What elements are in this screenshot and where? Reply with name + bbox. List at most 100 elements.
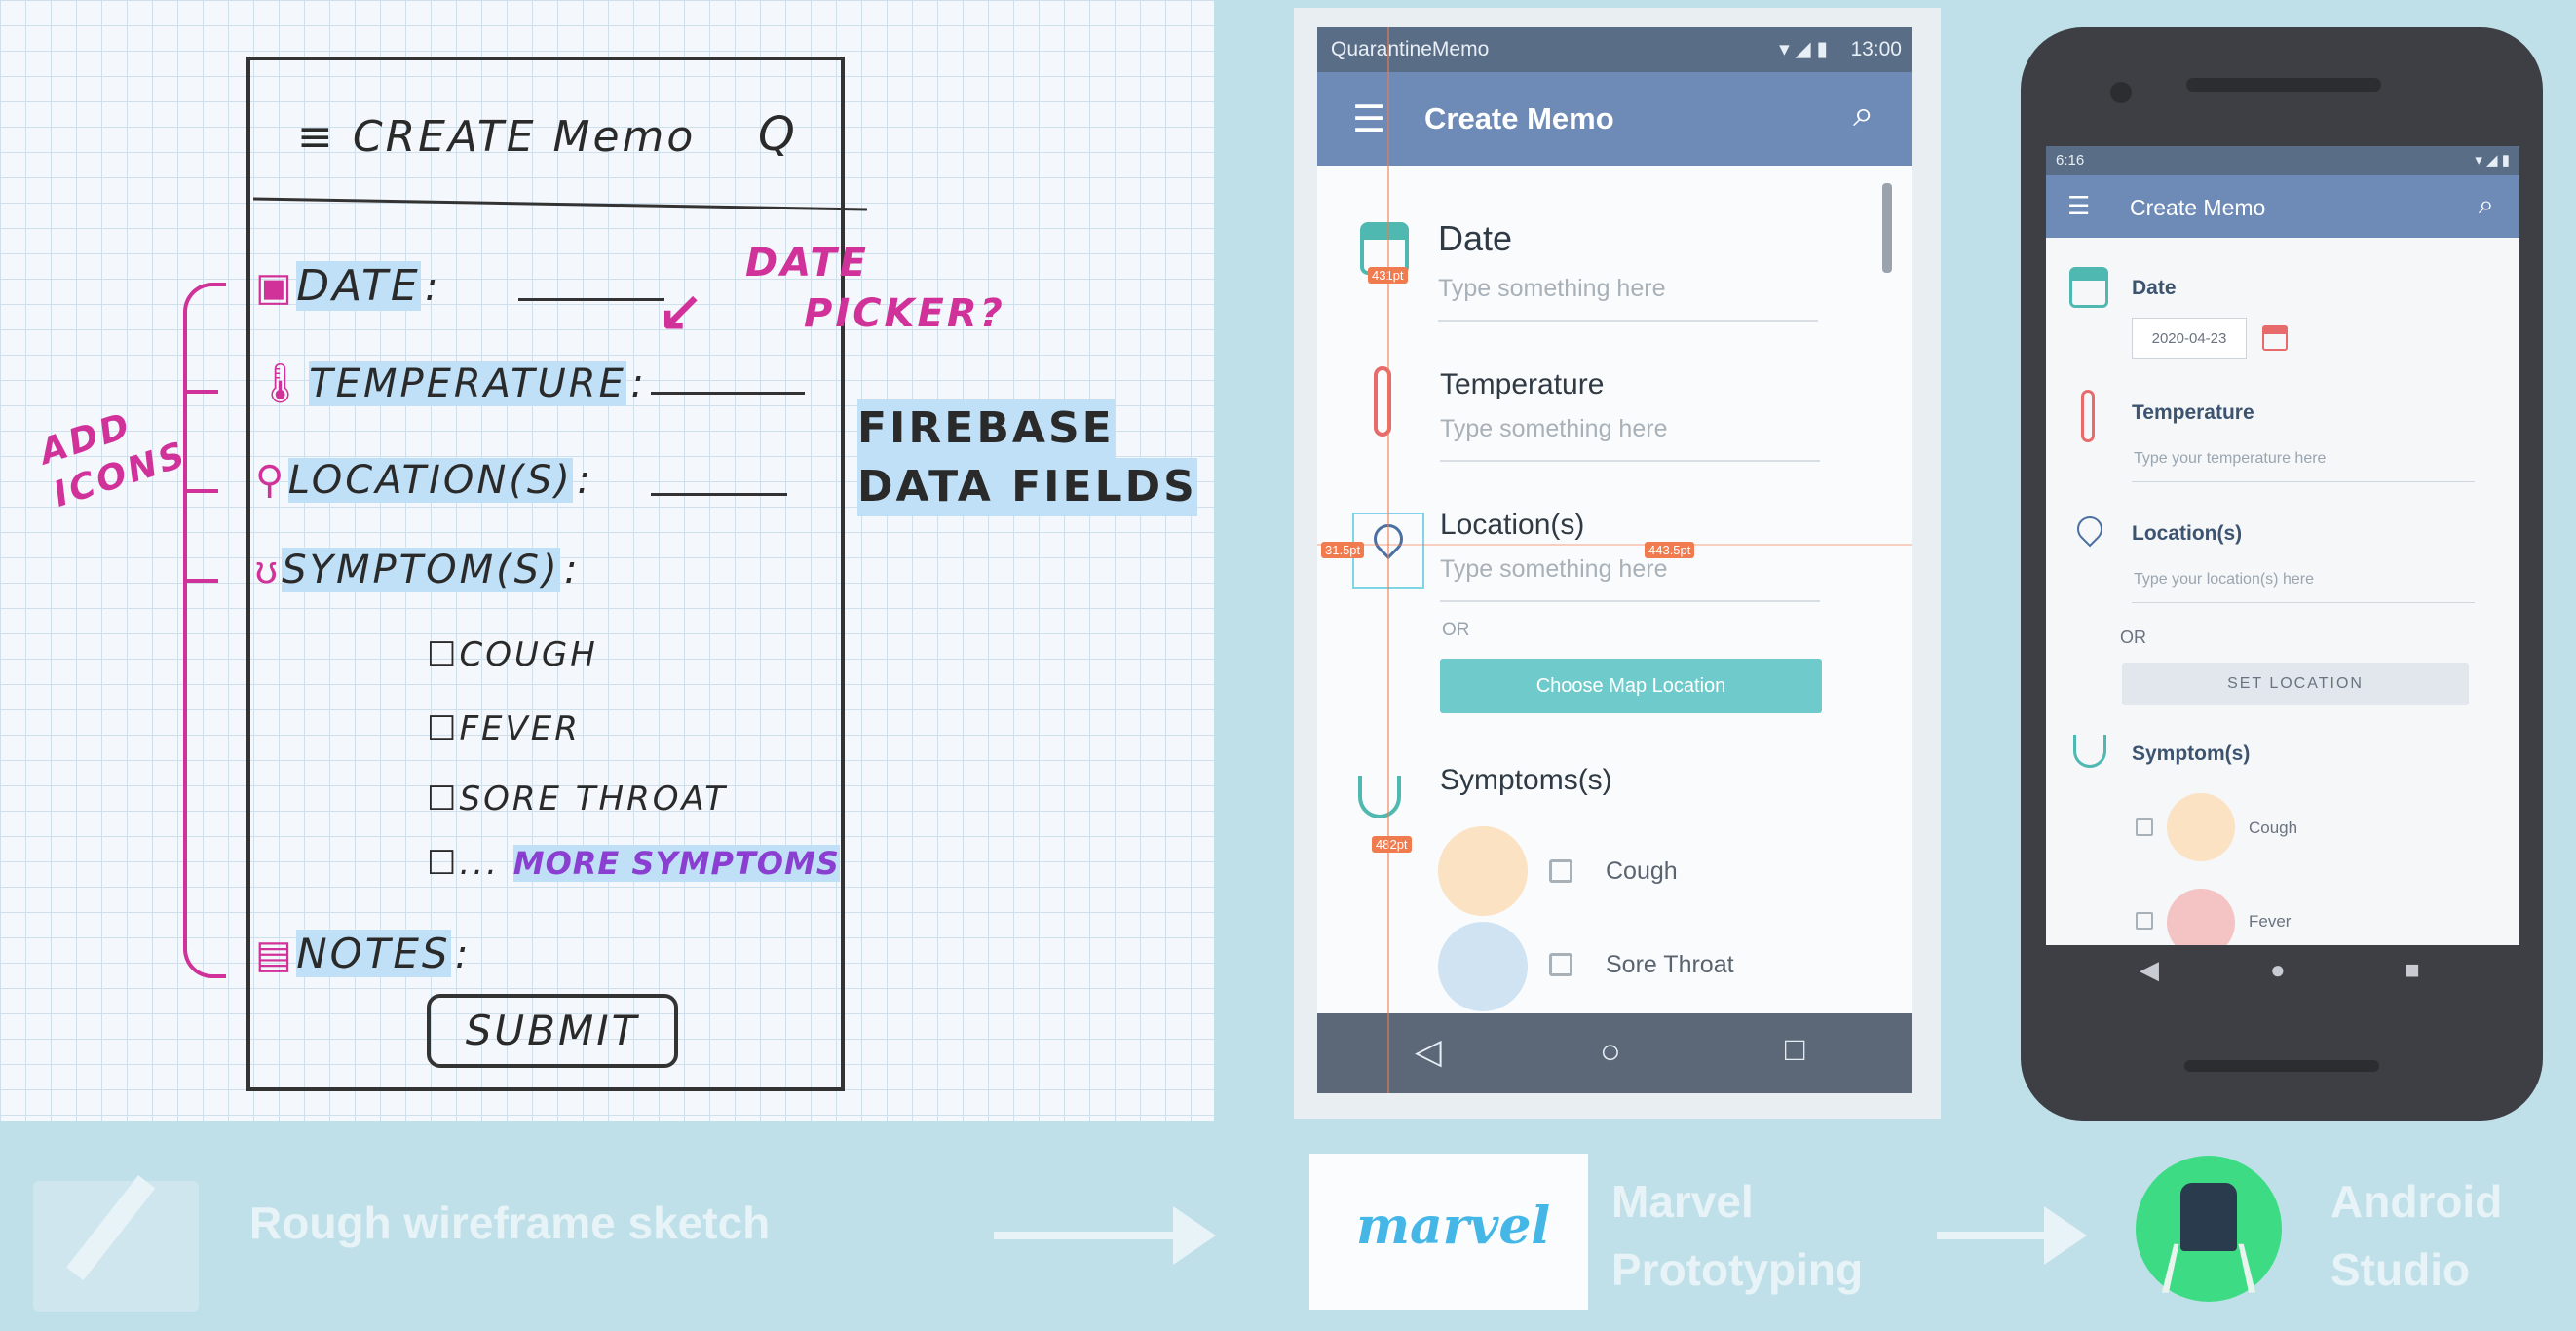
- sore-throat-checkbox[interactable]: [1549, 953, 1572, 976]
- home-icon[interactable]: ●: [2270, 955, 2286, 985]
- sketch-field-symptoms: ʊ SYMPTOM(S) :: [255, 548, 581, 592]
- location-input[interactable]: Type something here: [1440, 555, 1667, 584]
- date-underline: [1438, 320, 1818, 322]
- marvel-status-bar: QuarantineMemo ▾ ◢ ▮ 13:00: [1317, 27, 1912, 72]
- phone-bottom-speaker: [2184, 1060, 2379, 1072]
- recents-icon[interactable]: ■: [2405, 955, 2420, 985]
- date-field[interactable]: 2020-04-23: [2132, 318, 2247, 359]
- book-icon: [33, 1181, 199, 1312]
- set-location-button[interactable]: SET LOCATION: [2122, 663, 2469, 705]
- fever-label: Fever: [2249, 912, 2292, 931]
- search-icon[interactable]: ⌕: [1853, 94, 1874, 135]
- sketch-field-notes: ▤ NOTES :: [255, 930, 472, 977]
- or-text: OR: [1442, 620, 1470, 640]
- sketch-field-location: ⚲ LOCATION(S) :: [255, 458, 593, 503]
- sketch-check-more: ☐... MORE SYMPTOMS: [427, 844, 840, 883]
- menu-icon[interactable]: ☰: [2067, 191, 2090, 221]
- location-underline: [2132, 602, 2475, 603]
- sketch-submit-button: SUBMIT: [427, 994, 678, 1068]
- measure-tag: 482pt: [1372, 836, 1412, 853]
- status-time: 6:16: [2056, 152, 2085, 169]
- cough-label: Cough: [2249, 818, 2298, 837]
- calendar-icon: ▣: [255, 266, 292, 309]
- menu-icon[interactable]: ☰: [1352, 97, 1385, 141]
- sketch-bracket: [183, 283, 226, 978]
- android-status-bar: 6:16 ▾ ◢ ▮: [2046, 146, 2519, 175]
- date-input[interactable]: Type something here: [1438, 275, 1665, 303]
- stethoscope-icon: [1358, 776, 1401, 818]
- location-underline: [1440, 600, 1820, 602]
- checkbox-icon: ☐: [427, 780, 460, 818]
- sketch-annotation-firebase: FIREBASE DATA FIELDS: [857, 399, 1197, 516]
- back-icon[interactable]: ◀: [2140, 955, 2159, 985]
- android-app-bar: ☰ Create Memo ⌕: [2046, 175, 2519, 238]
- cough-checkbox[interactable]: [1549, 859, 1572, 883]
- marvel-app-bar: ☰ Create Memo ⌕: [1317, 72, 1912, 166]
- arrow-2-head: [2044, 1206, 2087, 1265]
- sketch-logo: [33, 1175, 208, 1315]
- temperature-input[interactable]: Type something here: [1440, 415, 1667, 443]
- status-icons: ▾ ◢ ▮: [1779, 38, 1828, 60]
- temperature-input[interactable]: Type your temperature here: [2134, 450, 2326, 468]
- temperature-underline: [1440, 460, 1820, 462]
- guide-line-vertical: [1387, 27, 1389, 1093]
- location-label: Location(s): [2132, 522, 2243, 545]
- marvel-logo: marvel: [1309, 1154, 1588, 1310]
- status-time: 13:00: [1850, 38, 1902, 60]
- checkbox-icon: ☐: [427, 709, 460, 748]
- sketch-date-line: [518, 298, 664, 301]
- marvel-logo-text: marvel: [1356, 1197, 1551, 1256]
- stethoscope-icon: ʊ: [255, 549, 278, 591]
- thermometer-icon: 🌡: [255, 362, 305, 405]
- cough-checkbox[interactable]: [2136, 818, 2153, 836]
- back-icon[interactable]: ◁: [1415, 1031, 1442, 1072]
- thermometer-icon: [2081, 390, 2095, 442]
- arrow-2-shaft: [1937, 1232, 2048, 1239]
- avatar: [2167, 793, 2235, 861]
- temperature-label: Temperature: [1440, 368, 1605, 400]
- date-picker-icon[interactable]: [2262, 325, 2288, 351]
- avatar: [1438, 922, 1528, 1011]
- speaker-grille: [2186, 78, 2381, 92]
- android-studio-compass: [2161, 1243, 2256, 1293]
- checkbox-icon: ☐: [427, 844, 460, 883]
- home-icon[interactable]: ○: [1600, 1031, 1621, 1072]
- fever-checkbox[interactable]: [2136, 912, 2153, 930]
- temperature-underline: [2132, 481, 2475, 482]
- notes-icon: ▤: [255, 933, 292, 976]
- symptom-label: Symptom(s): [2132, 742, 2251, 765]
- guide-line-horizontal: [1317, 544, 1912, 546]
- android-nav-bar: ◀ ● ■: [2046, 945, 2519, 998]
- avatar: [2167, 889, 2235, 945]
- scrollbar[interactable]: [1882, 183, 1892, 273]
- sketch-annotation-add-icons: ADD ICONS: [34, 405, 193, 515]
- sketch-check-cough: ☐COUGH: [427, 635, 598, 674]
- date-label: Date: [2132, 277, 2177, 299]
- sore-throat-label: Sore Throat: [1606, 951, 1734, 978]
- wireframe-sketch-panel: ≡ CREATE Memo Q ▣ DATE : 🌡 TEMPERATURE :…: [0, 0, 1214, 1121]
- sketch-more-symptoms: MORE SYMPTOMS: [512, 845, 840, 882]
- caption-android: Android Studio: [2330, 1176, 2503, 1295]
- choose-map-location-button[interactable]: Choose Map Location: [1440, 659, 1822, 713]
- stethoscope-icon: [2073, 735, 2106, 768]
- sketch-bracket-tick-1: [185, 390, 218, 394]
- search-icon[interactable]: ⌕: [2479, 189, 2494, 221]
- sketch-temperature-line: [651, 392, 805, 395]
- marvel-form: 431pt Date Type something here Temperatu…: [1317, 166, 1912, 1013]
- sketch-bracket-tick-2: [185, 489, 218, 493]
- sketch-bracket-tick-3: [185, 579, 218, 583]
- android-studio-icon: [2180, 1183, 2237, 1251]
- arrow-1-shaft: [994, 1232, 1179, 1239]
- sketch-search-glyph: Q: [758, 107, 798, 162]
- android-screen: 6:16 ▾ ◢ ▮ ☰ Create Memo ⌕ Date 2020-04-…: [2046, 146, 2519, 945]
- sketch-annotation-date-picker: DATE PICKER?: [745, 241, 1005, 336]
- sketch-check-sore-throat: ☐SORE THROAT: [427, 780, 729, 818]
- location-input[interactable]: Type your location(s) here: [2134, 571, 2314, 589]
- sketch-arrow-date: ↙: [658, 280, 703, 341]
- recents-icon[interactable]: □: [1785, 1031, 1805, 1069]
- camera-dot: [2110, 82, 2132, 103]
- avatar: [1438, 826, 1528, 916]
- sketch-location-line: [651, 493, 787, 496]
- calendar-icon: [2069, 267, 2108, 308]
- android-studio-logo: [2136, 1156, 2282, 1302]
